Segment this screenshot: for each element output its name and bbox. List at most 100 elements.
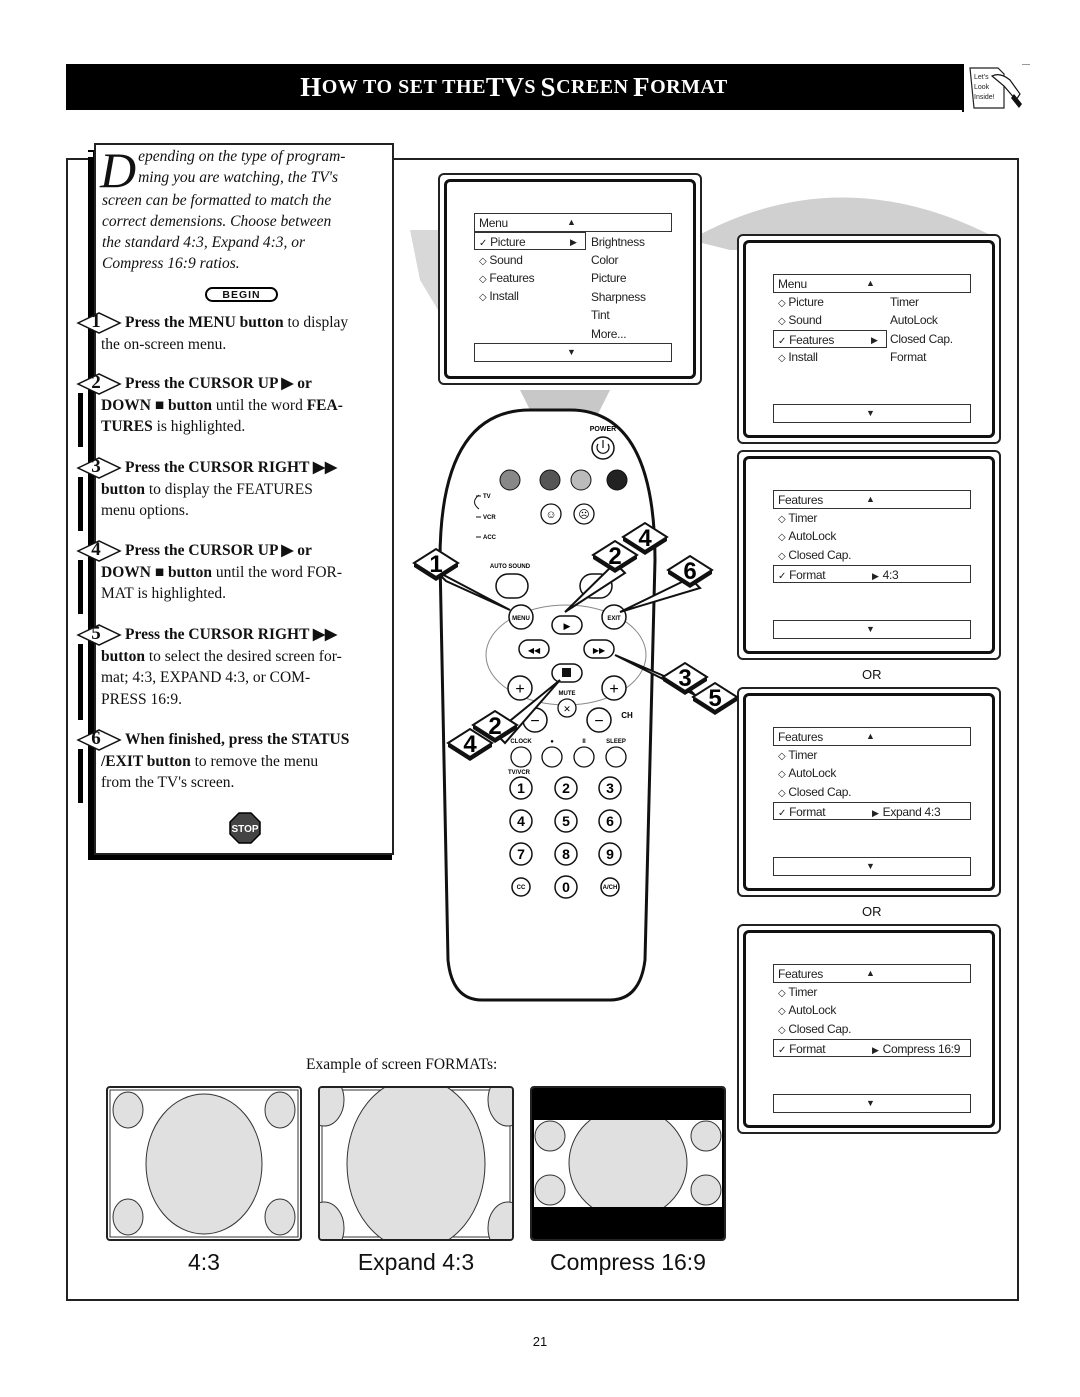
- menu-item-label: Sound: [788, 313, 822, 327]
- submenu-item[interactable]: Timer: [890, 293, 919, 311]
- menu-item[interactable]: ◇ Closed Cap.: [778, 546, 851, 564]
- digit-button[interactable]: 1: [509, 776, 533, 800]
- digit-button[interactable]: 7: [509, 842, 533, 866]
- step-bold: /EXIT button: [101, 752, 191, 770]
- example-4-3: [106, 1086, 302, 1241]
- smart-picture-button[interactable]: ☺: [540, 503, 562, 525]
- onscreen-menu: Menu ▲ ✓ Picture ▶ ◇ Sound ◇ Features ◇ Inst…: [474, 213, 674, 363]
- ch-label: CH: [621, 711, 633, 720]
- digit-button[interactable]: 9: [598, 842, 622, 866]
- menu-item[interactable]: ◇ Timer: [778, 983, 817, 1001]
- menu-item[interactable]: ◇ Closed Cap.: [778, 783, 851, 801]
- exit-button[interactable]: EXIT: [601, 604, 627, 630]
- submenu-item[interactable]: Color: [591, 251, 618, 269]
- pause-button[interactable]: [573, 746, 595, 768]
- auto-sound-button[interactable]: [495, 573, 529, 599]
- menu-item-label: Closed Cap.: [788, 1022, 852, 1036]
- diamond-bullet-icon: ◇: [778, 1025, 786, 1036]
- title-part: OW TO SET THE: [321, 75, 486, 98]
- digit-button[interactable]: 8: [554, 842, 578, 866]
- power-label: POWER: [590, 426, 616, 433]
- submenu-item[interactable]: More...: [591, 325, 627, 343]
- intro-line: ming you are watching, the TV's: [138, 169, 339, 186]
- rewind-icon: ◀◀: [528, 646, 541, 655]
- menu-header: Features ▲: [773, 964, 971, 983]
- menu-footer: ▼: [474, 343, 672, 362]
- step-bold: Press the CURSOR UP ▶ or: [125, 542, 312, 559]
- diamond-bullet-icon: ◇: [778, 769, 786, 780]
- menu-item[interactable]: ◇ AutoLock: [778, 527, 836, 545]
- menu-item[interactable]: ◇ Timer: [778, 509, 817, 527]
- callout-number: 2: [608, 543, 621, 570]
- digit-button[interactable]: A/CH: [600, 877, 620, 897]
- digit-button[interactable]: 0: [554, 875, 578, 899]
- submenu-item[interactable]: Sharpness: [591, 288, 646, 306]
- menu-item-features[interactable]: ◇ Features: [479, 269, 535, 287]
- cursor-left-button[interactable]: ◀◀: [518, 639, 550, 659]
- submenu-item[interactable]: Format: [890, 348, 927, 366]
- menu-item[interactable]: ◇ Timer: [778, 746, 817, 764]
- submenu-item[interactable]: Tint: [591, 306, 610, 324]
- onscreen-menu: Features ▲ ◇ Timer ◇ AutoLock ◇ Closed Cap.…: [773, 727, 973, 877]
- step-number: 4: [91, 539, 101, 560]
- channel-up-button[interactable]: +: [601, 675, 627, 701]
- menu-item-install[interactable]: ◇ Install: [778, 348, 818, 366]
- intro-line: Compress 16:9 ratios.: [102, 255, 240, 272]
- submenu-item[interactable]: Closed Cap.: [890, 330, 953, 348]
- diamond-bullet-icon: ◇: [778, 751, 786, 762]
- callout-number: 3: [678, 665, 691, 692]
- menu-item[interactable]: ◇ AutoLock: [778, 764, 836, 782]
- cursor-down-button[interactable]: [551, 663, 583, 683]
- color-button-3[interactable]: [570, 469, 592, 491]
- submenu-item[interactable]: AutoLock: [890, 311, 938, 329]
- menu-item-format[interactable]: ✓ Format ▶ Expand 4:3: [773, 802, 971, 820]
- menu-item-format[interactable]: ✓ Format ▶ 4:3: [773, 565, 971, 583]
- step-number: 2: [91, 372, 101, 393]
- intro-line: screen can be formatted to match the: [102, 192, 332, 209]
- digit-button[interactable]: 4: [509, 809, 533, 833]
- menu-item[interactable]: ◇ AutoLock: [778, 1001, 836, 1019]
- up-arrow-icon: ▲: [866, 968, 875, 978]
- color-button-4[interactable]: [606, 469, 628, 491]
- menu-button[interactable]: MENU: [508, 604, 534, 630]
- digit-button[interactable]: CC: [511, 877, 531, 897]
- color-button-1[interactable]: [499, 469, 521, 491]
- smart-sound-button[interactable]: ☹: [573, 503, 595, 525]
- sleep-label: SLEEP: [606, 739, 626, 745]
- volume-up-button[interactable]: +: [507, 675, 533, 701]
- digit-button[interactable]: 3: [598, 776, 622, 800]
- cursor-right-button[interactable]: ▶▶: [583, 639, 615, 659]
- power-button[interactable]: [591, 436, 615, 460]
- menu-item-sound[interactable]: ◇ Sound: [778, 311, 822, 329]
- step-bold: Press the CURSOR UP ▶ or: [125, 375, 312, 392]
- submenu-item[interactable]: Picture: [591, 269, 627, 287]
- mute-button[interactable]: ✕: [557, 698, 577, 718]
- menu-item-label: Features: [789, 333, 835, 347]
- menu-item-picture[interactable]: ◇ Picture: [778, 293, 824, 311]
- tv-screen-format-expand: Features ▲ ◇ Timer ◇ AutoLock ◇ Closed Cap.…: [737, 687, 1001, 897]
- menu-item-install[interactable]: ◇ Install: [479, 287, 519, 305]
- menu-item[interactable]: ◇ Closed Cap.: [778, 1020, 851, 1038]
- submenu-item[interactable]: Brightness: [591, 233, 645, 251]
- cursor-up-button[interactable]: ▶: [551, 615, 583, 635]
- digit-button[interactable]: 5: [554, 809, 578, 833]
- menu-item-sound[interactable]: ◇ Sound: [479, 251, 523, 269]
- digit-button[interactable]: 2: [554, 776, 578, 800]
- menu-item-features[interactable]: ✓ Features ▶: [773, 330, 887, 348]
- color-button-2[interactable]: [539, 469, 561, 491]
- sleep-button[interactable]: [605, 746, 627, 768]
- menu-item-picture[interactable]: ✓ Picture ▶: [474, 232, 586, 250]
- down-arrow-icon: ▼: [866, 1098, 875, 1108]
- menu-title: Menu: [479, 216, 508, 230]
- menu-item-format[interactable]: ✓ Format ▶ Compress 16:9: [773, 1039, 971, 1057]
- clock-button[interactable]: [510, 746, 532, 768]
- channel-down-button[interactable]: −: [586, 707, 612, 733]
- begin-badge: BEGIN: [205, 287, 278, 302]
- digit-button[interactable]: 6: [598, 809, 622, 833]
- right-arrow-icon: ▶: [872, 571, 879, 581]
- digit-label: 3: [606, 780, 614, 796]
- diamond-bullet-icon: ◇: [778, 788, 786, 799]
- menu-button-label: MENU: [512, 616, 530, 622]
- clock-label: CLOCK: [510, 739, 532, 745]
- record-button[interactable]: [541, 746, 563, 768]
